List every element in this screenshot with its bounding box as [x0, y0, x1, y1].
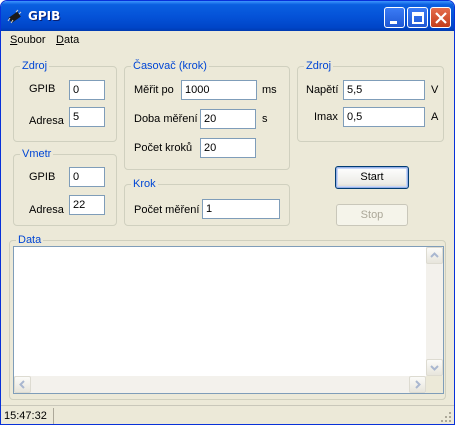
menu-soubor[interactable]: Soubor: [10, 34, 45, 46]
scroll-right-button[interactable]: [409, 376, 426, 393]
pocet-mereni-label: Počet měření: [134, 204, 200, 216]
scroll-down-button[interactable]: [426, 359, 443, 376]
napeti-input[interactable]: 5,5: [343, 80, 425, 100]
maximize-icon: [412, 12, 424, 24]
scroll-corner: [426, 376, 443, 393]
horizontal-scrollbar[interactable]: [14, 376, 426, 393]
zdroj-supply-title: Zdroj: [304, 59, 334, 73]
close-button[interactable]: [430, 7, 451, 28]
chevron-down-icon: [430, 365, 439, 371]
status-bar: 15:47:32: [1, 405, 454, 424]
scroll-left-button[interactable]: [14, 376, 31, 393]
imax-input[interactable]: 0,5: [343, 107, 425, 127]
zdroj-adresa-label: Adresa: [29, 115, 64, 127]
menu-bar: Soubor Data: [1, 31, 454, 51]
napeti-label: Napětí: [306, 84, 339, 96]
napeti-unit: V: [431, 84, 439, 96]
doba-mereni-unit: s: [262, 113, 268, 125]
menu-soubor-label: oubor: [17, 34, 46, 46]
casovac-title: Časovač (krok): [131, 59, 209, 73]
close-icon: [435, 12, 447, 24]
scroll-up-button[interactable]: [426, 247, 443, 264]
zdroj-supply-group: Zdroj Napětí 5,5 V Imax 0,5 A: [297, 59, 444, 142]
merit-po-label: Měřit po: [134, 84, 174, 96]
menu-data-label: ata: [63, 34, 80, 46]
app-icon: [7, 9, 22, 24]
chevron-right-icon: [415, 380, 421, 389]
title-bar[interactable]: GPIB: [1, 1, 454, 31]
zdroj-source-group: Zdroj GPIB 0 Adresa 5: [13, 59, 117, 142]
data-textarea[interactable]: [13, 246, 444, 394]
minimize-icon: [390, 21, 397, 24]
start-button[interactable]: Start: [335, 166, 409, 189]
casovac-group: Časovač (krok) Měřit po 1000 ms Doba měř…: [124, 59, 290, 170]
krok-group: Krok Počet měření 1: [124, 177, 290, 226]
krok-title: Krok: [131, 177, 158, 191]
zdroj-source-title: Zdroj: [20, 59, 50, 73]
zdroj-gpib-label: GPIB: [29, 83, 56, 95]
zdroj-gpib-input[interactable]: 0: [69, 80, 105, 100]
resize-grip-icon[interactable]: [440, 411, 452, 423]
maximize-button[interactable]: [407, 7, 428, 28]
pocet-kroku-input[interactable]: 20: [200, 138, 256, 158]
doba-mereni-label: Doba měření: [134, 113, 198, 125]
imax-label: Imax: [314, 111, 338, 123]
chevron-up-icon: [430, 252, 439, 258]
vmetr-adresa-label: Adresa: [29, 204, 64, 216]
merit-po-input[interactable]: 1000: [181, 80, 257, 100]
chevron-left-icon: [19, 380, 25, 389]
doba-mereni-input[interactable]: 20: [200, 109, 256, 129]
vmetr-adresa-input[interactable]: 22: [69, 195, 105, 215]
menu-data[interactable]: Data: [56, 34, 79, 46]
data-title: Data: [16, 233, 44, 247]
stop-button[interactable]: Stop: [336, 204, 408, 226]
pocet-kroku-label: Počet kroků: [134, 142, 193, 154]
pocet-mereni-input[interactable]: 1: [202, 199, 280, 219]
app-window: GPIB Soubor Data Zdroj GPIB 0 Adresa 5 V…: [0, 0, 455, 425]
minimize-button[interactable]: [384, 7, 405, 28]
vertical-scrollbar[interactable]: [426, 247, 443, 376]
window-title: GPIB: [28, 9, 61, 23]
vmetr-gpib-label: GPIB: [29, 171, 56, 183]
vmetr-title: Vmetr: [20, 147, 54, 161]
status-time: 15:47:32: [4, 408, 54, 424]
merit-po-unit: ms: [262, 84, 277, 96]
vmetr-group: Vmetr GPIB 0 Adresa 22: [13, 147, 117, 226]
imax-unit: A: [431, 111, 439, 123]
zdroj-adresa-input[interactable]: 5: [69, 107, 105, 127]
vmetr-gpib-input[interactable]: 0: [69, 167, 105, 187]
